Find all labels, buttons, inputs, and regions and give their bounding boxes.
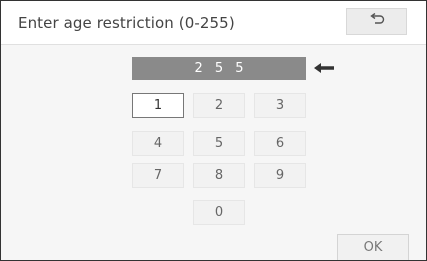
key-1[interactable]: 1 <box>132 93 184 118</box>
entry-display: 2 5 5 <box>132 57 306 80</box>
key-6[interactable]: 6 <box>254 131 306 156</box>
key-0[interactable]: 0 <box>193 200 245 225</box>
age-restriction-screen: Enter age restriction (0-255) 2 5 5 1 2 … <box>0 0 427 261</box>
left-arrow-backspace-icon <box>313 59 335 78</box>
back-button[interactable] <box>346 8 407 35</box>
key-4[interactable]: 4 <box>132 131 184 156</box>
key-5[interactable]: 5 <box>193 131 245 156</box>
backspace-button[interactable] <box>308 56 340 80</box>
key-2[interactable]: 2 <box>193 93 245 118</box>
return-arrow-icon <box>369 12 385 31</box>
key-8[interactable]: 8 <box>193 163 245 188</box>
ok-button[interactable]: OK <box>337 234 409 260</box>
key-7[interactable]: 7 <box>132 163 184 188</box>
key-3[interactable]: 3 <box>254 93 306 118</box>
key-9[interactable]: 9 <box>254 163 306 188</box>
entry-value: 2 5 5 <box>194 61 248 76</box>
page-title: Enter age restriction (0-255) <box>18 14 235 32</box>
header-bar: Enter age restriction (0-255) <box>1 1 426 45</box>
